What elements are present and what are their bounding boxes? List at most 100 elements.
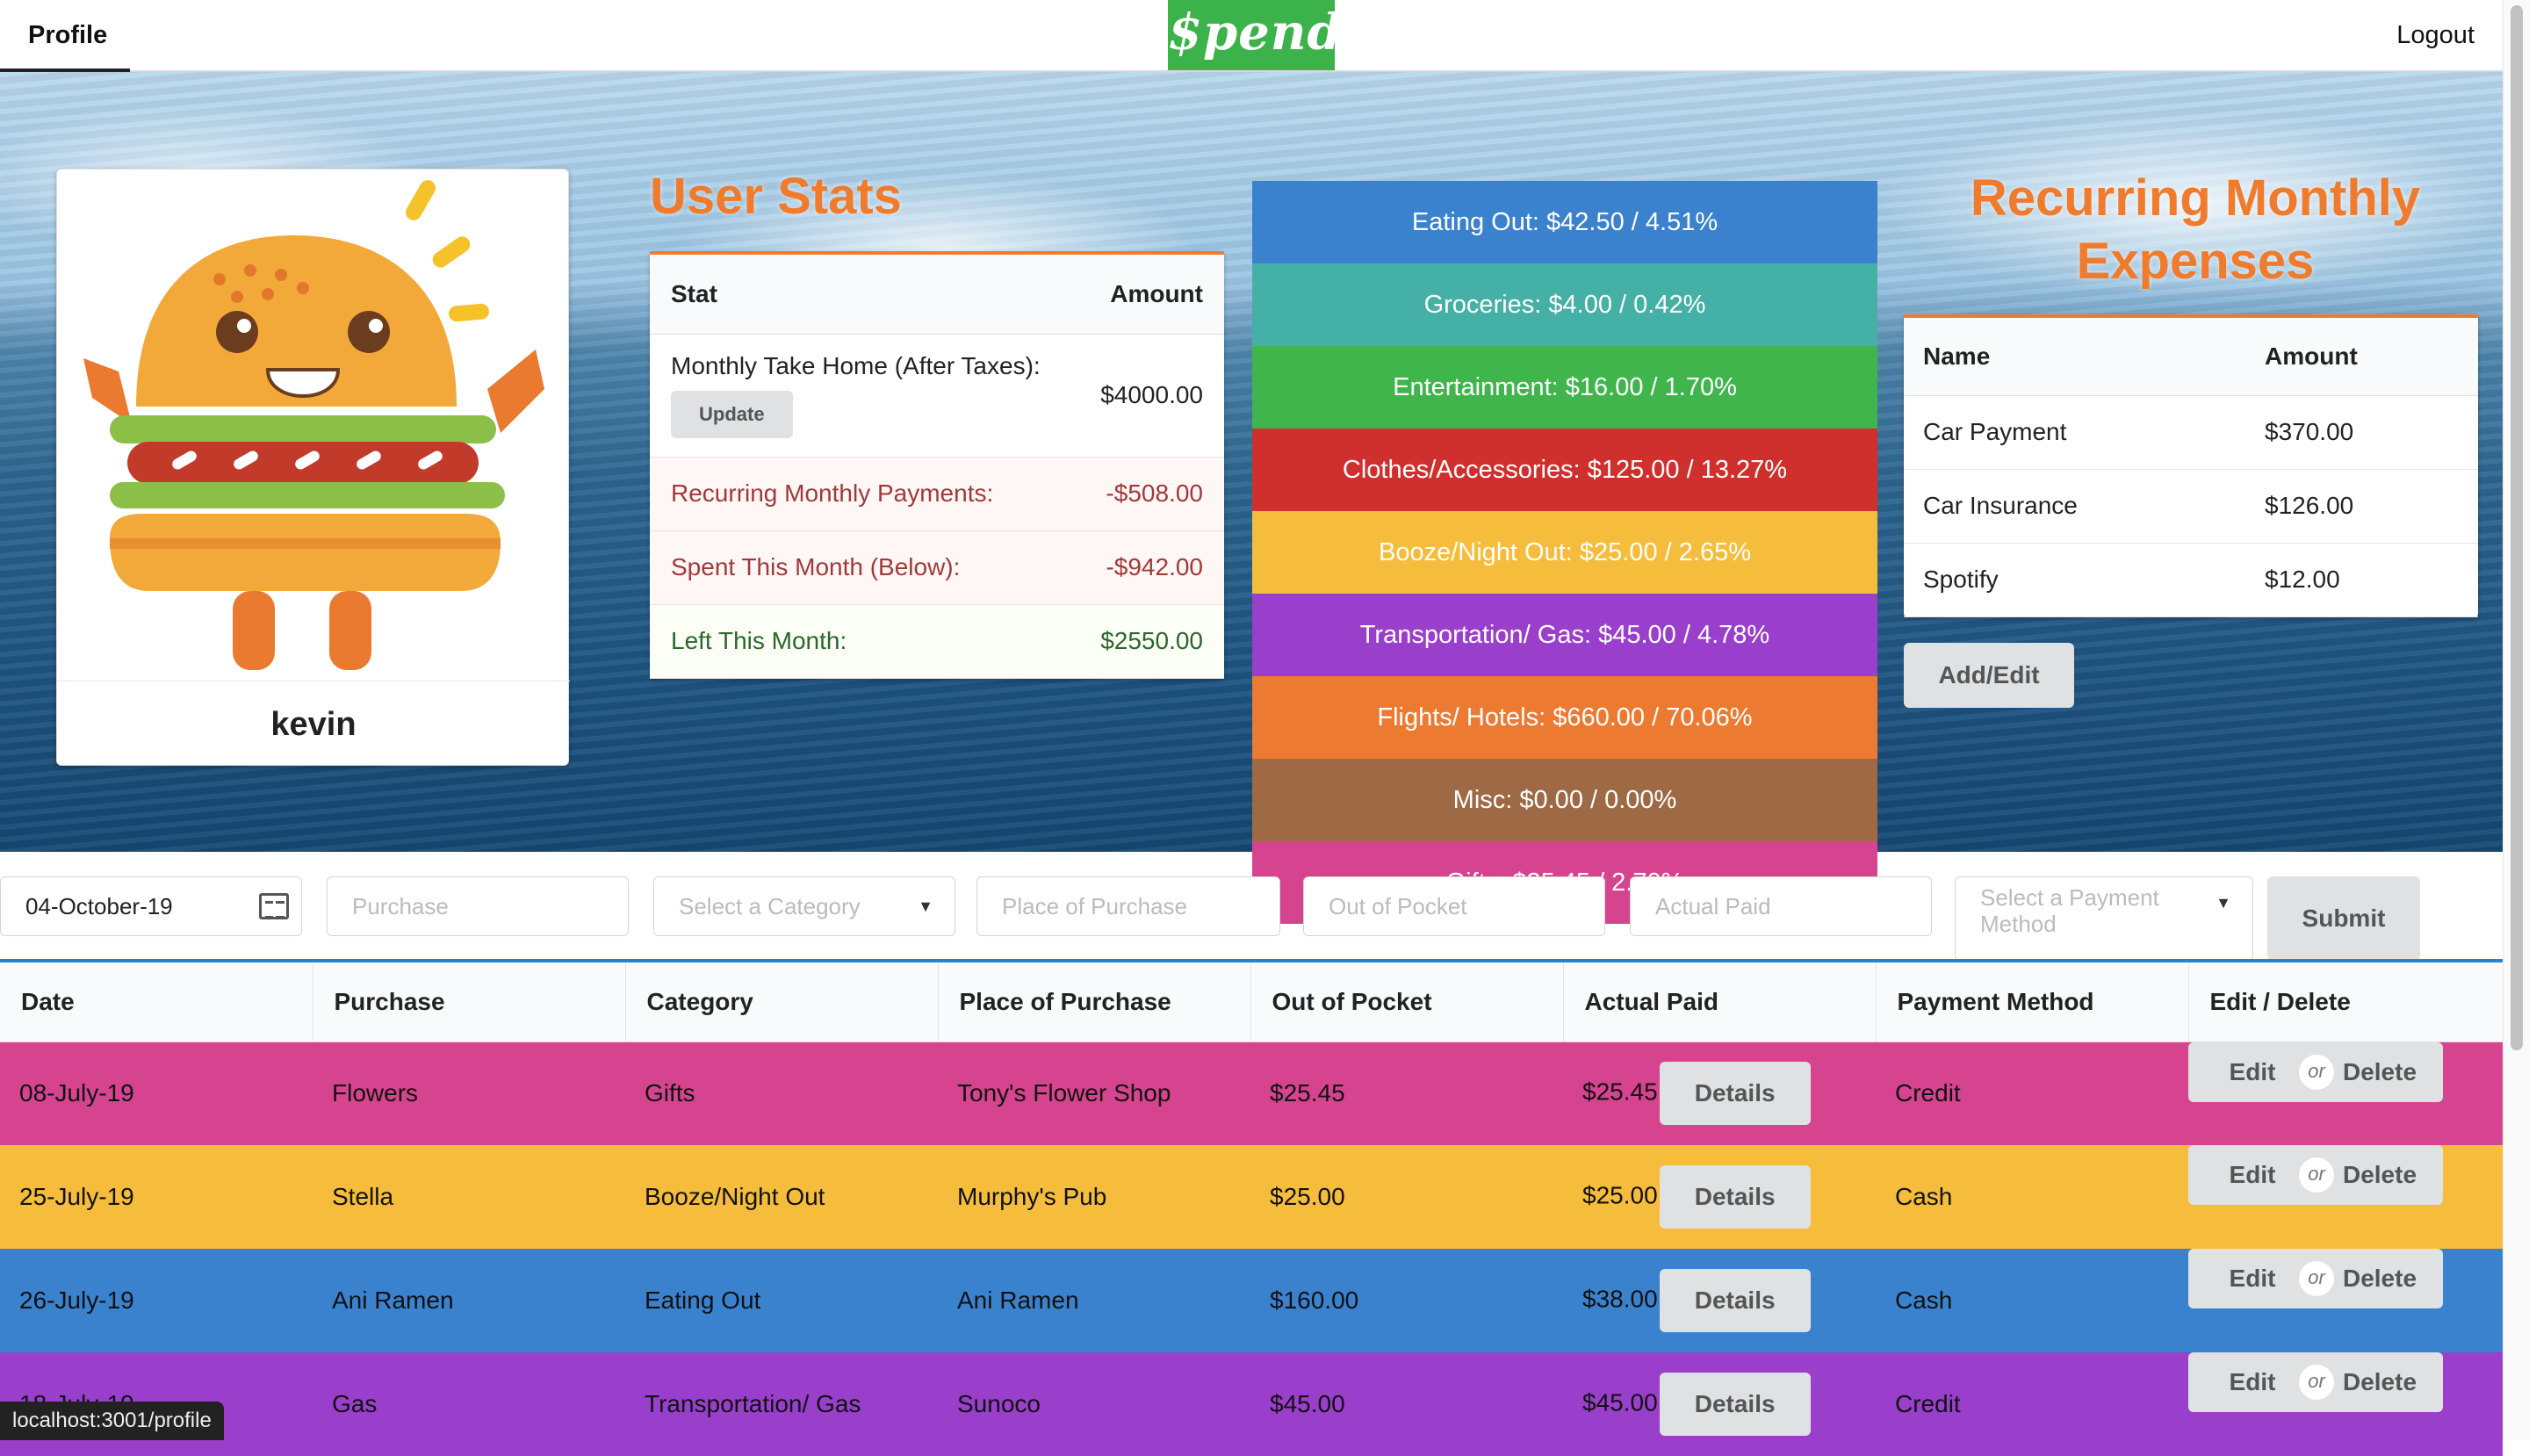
recurring-payments-label: Recurring Monthly Payments:	[650, 457, 1075, 531]
stats-header-stat: Stat	[650, 253, 1075, 335]
payment-method-placeholder: Select a Payment Method	[1980, 884, 2159, 937]
recurring-row: Spotify $12.00	[1904, 543, 2478, 617]
recurring-amount: $126.00	[2245, 469, 2478, 544]
top-nav: Profile $pendy Logout	[0, 0, 2503, 72]
category-breakdown: Eating Out: $42.50 / 4.51% Groceries: $4…	[1252, 181, 1877, 924]
edit-button[interactable]: Edit	[2188, 1145, 2316, 1205]
recurring-name: Spotify	[1904, 543, 2246, 617]
delete-button[interactable]: Delete	[2316, 1042, 2443, 1102]
row-purchase: Gas	[332, 1390, 378, 1417]
chevron-down-icon: ▼	[2216, 894, 2231, 912]
edit-button[interactable]: Edit	[2188, 1042, 2316, 1102]
table-row: 18-July-19 Gas Transportation/ Gas Sunoc…	[0, 1352, 2503, 1456]
or-divider: or	[2299, 1157, 2334, 1193]
spent-month-value: -$942.00	[1074, 530, 1224, 605]
purchase-input[interactable]: Purchase	[327, 876, 629, 936]
row-actual-paid: $25.00	[1582, 1181, 1658, 1209]
row-actions: Edit Delete or	[2188, 1249, 2503, 1352]
row-out-of-pocket: $160.00	[1270, 1287, 1359, 1314]
category-item: Groceries: $4.00 / 0.42%	[1252, 263, 1877, 346]
row-actual-paid: $45.00	[1582, 1388, 1658, 1416]
delete-button[interactable]: Delete	[2316, 1249, 2443, 1308]
category-item: Entertainment: $16.00 / 1.70%	[1252, 346, 1877, 429]
logout-link[interactable]: Logout	[2396, 21, 2475, 50]
scrollbar-thumb[interactable]	[2511, 5, 2523, 1050]
recurring-payments-value: -$508.00	[1074, 457, 1224, 531]
hero-section: kevin User Stats Stat Amount Monthly Tak…	[0, 72, 2503, 924]
or-divider: or	[2299, 1261, 2334, 1296]
row-place: Tony's Flower Shop	[957, 1079, 1171, 1107]
category-select[interactable]: Select a Category ▼	[653, 876, 955, 936]
col-header-actual-paid[interactable]: Actual Paid	[1563, 961, 1877, 1042]
row-payment-method: Cash	[1895, 1287, 1953, 1314]
details-button[interactable]: Details	[1659, 1062, 1811, 1126]
row-date: 08-July-19	[19, 1079, 134, 1107]
row-payment-method: Credit	[1895, 1390, 1961, 1417]
details-button[interactable]: Details	[1659, 1373, 1811, 1436]
table-header-row: Date Purchase Category Place of Purchase…	[0, 961, 2504, 1042]
col-header-payment-method[interactable]: Payment Method	[1876, 961, 2189, 1042]
update-button[interactable]: Update	[671, 391, 793, 438]
col-header-date[interactable]: Date	[0, 961, 313, 1042]
take-home-value: $4000.00	[1074, 334, 1224, 458]
browser-status-bar: localhost:3001/profile	[0, 1402, 224, 1440]
details-button[interactable]: Details	[1659, 1269, 1811, 1332]
or-divider: or	[2299, 1365, 2334, 1400]
row-place: Sunoco	[957, 1390, 1041, 1417]
col-header-category[interactable]: Category	[625, 961, 939, 1042]
delete-button[interactable]: Delete	[2316, 1145, 2443, 1205]
take-home-row: Monthly Take Home (After Taxes): Update …	[650, 334, 1224, 458]
col-header-edit-delete: Edit / Delete	[2188, 961, 2504, 1042]
out-of-pocket-input[interactable]: Out of Pocket	[1303, 876, 1605, 936]
burger-mascot-icon	[83, 180, 544, 670]
left-month-label: Left This Month:	[650, 604, 1075, 679]
row-category: Eating Out	[645, 1287, 761, 1314]
recurring-amount: $370.00	[2245, 395, 2478, 470]
category-item: Booze/Night Out: $25.00 / 2.65%	[1252, 511, 1877, 594]
category-item: Transportation/ Gas: $45.00 / 4.78%	[1252, 594, 1877, 676]
recurring-amount: $12.00	[2245, 543, 2478, 617]
add-edit-button[interactable]: Add/Edit	[1904, 643, 2074, 708]
row-actual-paid-cell: $25.45 Details	[1563, 1042, 1876, 1145]
take-home-label: Monthly Take Home (After Taxes):	[671, 352, 1041, 379]
purchases-table: Date Purchase Category Place of Purchase…	[0, 959, 2504, 1456]
submit-button[interactable]: Submit	[2267, 876, 2420, 961]
page-scrollbar[interactable]	[2503, 0, 2529, 1440]
category-item: Eating Out: $42.50 / 4.51%	[1252, 181, 1877, 263]
col-header-out-of-pocket[interactable]: Out of Pocket	[1250, 961, 1564, 1042]
col-header-place[interactable]: Place of Purchase	[938, 961, 1251, 1042]
row-category: Booze/Night Out	[645, 1183, 825, 1210]
payment-method-select[interactable]: Select a Payment Method ▼	[1955, 876, 2253, 961]
col-header-purchase[interactable]: Purchase	[313, 961, 626, 1042]
or-divider: or	[2299, 1054, 2334, 1090]
row-purchase: Stella	[332, 1183, 394, 1210]
recurring-expenses-title: Recurring Monthly Expenses	[1970, 169, 2421, 290]
row-purchase: Flowers	[332, 1079, 419, 1107]
username: kevin	[57, 681, 570, 767]
delete-button[interactable]: Delete	[2316, 1352, 2443, 1412]
nav-profile-tab[interactable]: Profile	[0, 0, 130, 72]
details-button[interactable]: Details	[1659, 1165, 1811, 1229]
row-payment-method: Credit	[1895, 1079, 1961, 1107]
row-category: Gifts	[645, 1079, 695, 1107]
row-payment-method: Cash	[1895, 1183, 1953, 1210]
date-picker[interactable]: 04-October-19	[0, 876, 302, 936]
row-out-of-pocket: $25.45	[1270, 1079, 1345, 1107]
recurring-row: Car Insurance $126.00	[1904, 469, 2478, 544]
category-item: Clothes/Accessories: $125.00 / 13.27%	[1252, 429, 1877, 511]
recurring-payments-row: Recurring Monthly Payments: -$508.00	[650, 457, 1224, 531]
edit-button[interactable]: Edit	[2188, 1352, 2316, 1412]
row-purchase: Ani Ramen	[332, 1287, 454, 1314]
edit-delete-group: Edit Delete or	[2188, 1042, 2443, 1102]
calendar-icon[interactable]	[259, 893, 289, 919]
actual-paid-input[interactable]: Actual Paid	[1630, 876, 1932, 936]
place-input[interactable]: Place of Purchase	[976, 876, 1280, 936]
row-place: Ani Ramen	[957, 1287, 1079, 1314]
table-row: 08-July-19 Flowers Gifts Tony's Flower S…	[0, 1042, 2503, 1145]
category-select-placeholder: Select a Category	[679, 893, 861, 919]
recurring-header-name: Name	[1904, 316, 2246, 396]
row-place: Murphy's Pub	[957, 1183, 1107, 1210]
edit-button[interactable]: Edit	[2188, 1249, 2316, 1308]
app-logo[interactable]: $pendy	[1168, 0, 1371, 70]
recurring-row: Car Payment $370.00	[1904, 395, 2478, 470]
